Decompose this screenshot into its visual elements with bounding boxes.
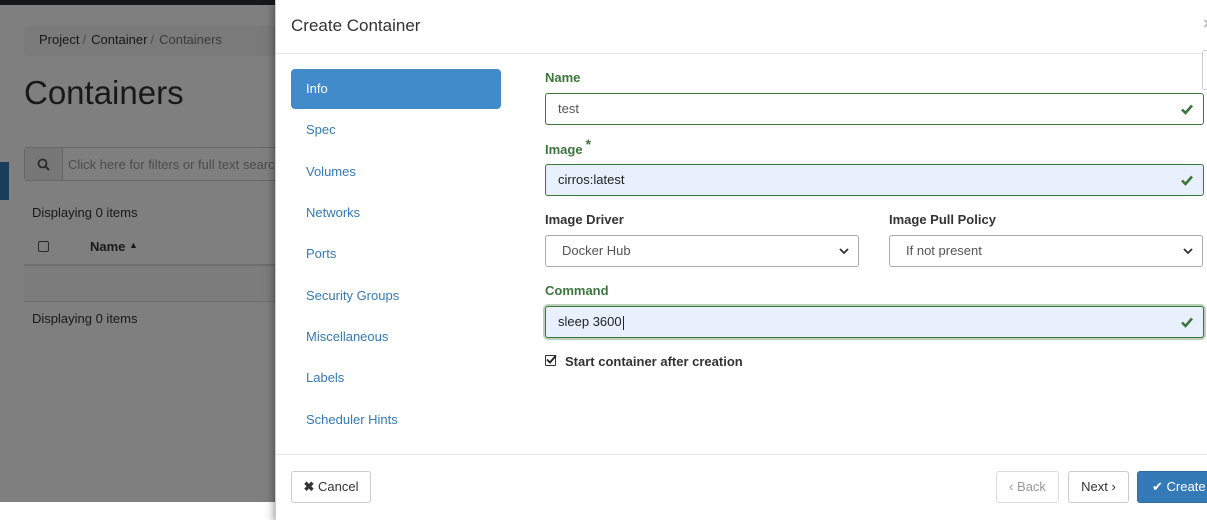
- nav-item-ports[interactable]: Ports: [291, 234, 501, 274]
- checkmark-icon: [546, 354, 557, 364]
- create-button[interactable]: ✔ Create: [1137, 471, 1207, 503]
- close-icon[interactable]: ×: [1203, 14, 1207, 34]
- chevron-down-icon: [1183, 248, 1193, 255]
- help-toggle-button[interactable]: [1202, 50, 1207, 90]
- image-driver-value: Docker Hub: [562, 243, 631, 258]
- modal-title: Create Container: [291, 16, 421, 35]
- chevron-right-icon: ›: [1111, 479, 1116, 494]
- back-button[interactable]: ‹ Back: [996, 471, 1059, 503]
- valid-check-icon: [1181, 317, 1193, 328]
- start-after-creation-checkbox[interactable]: [545, 354, 557, 366]
- command-input-value: sleep 3600: [558, 314, 622, 329]
- name-input-value: test: [558, 101, 579, 116]
- name-label: Name: [545, 70, 581, 85]
- nav-item-security-groups[interactable]: Security Groups: [291, 276, 501, 316]
- chevron-left-icon: ‹: [1009, 479, 1014, 494]
- required-marker: *: [585, 136, 592, 152]
- nav-item-info[interactable]: Info: [291, 69, 501, 109]
- valid-check-icon: [1181, 175, 1193, 186]
- command-input[interactable]: sleep 3600: [545, 306, 1204, 338]
- modal-footer: ✖ Cancel ‹ Back Next › ✔ Create: [276, 454, 1207, 520]
- wizard-nav: Info Spec Volumes Networks Ports Securit…: [291, 69, 501, 441]
- nav-item-labels[interactable]: Labels: [291, 358, 501, 398]
- name-input[interactable]: test: [545, 93, 1204, 125]
- close-icon: ✖: [303, 479, 315, 494]
- nav-item-miscellaneous[interactable]: Miscellaneous: [291, 317, 501, 357]
- image-driver-select[interactable]: Docker Hub: [545, 235, 859, 267]
- image-input-value: cirros:latest: [558, 172, 625, 187]
- create-container-modal: Create Container × Info Spec Volumes Net…: [275, 0, 1207, 520]
- valid-check-icon: [1181, 104, 1193, 115]
- nav-item-volumes[interactable]: Volumes: [291, 152, 501, 192]
- chevron-down-icon: [839, 248, 849, 255]
- nav-item-spec[interactable]: Spec: [291, 110, 501, 150]
- command-label: Command: [545, 283, 609, 298]
- image-input[interactable]: cirros:latest: [545, 164, 1204, 196]
- nav-item-networks[interactable]: Networks: [291, 193, 501, 233]
- nav-item-scheduler-hints[interactable]: Scheduler Hints: [291, 400, 501, 440]
- image-pull-policy-label: Image Pull Policy: [889, 212, 996, 227]
- check-icon: ✔: [1152, 479, 1163, 494]
- next-button[interactable]: Next ›: [1068, 471, 1129, 503]
- image-pull-policy-value: If not present: [906, 243, 982, 258]
- start-after-creation-label: Start container after creation: [565, 354, 743, 369]
- start-after-creation-row[interactable]: Start container after creation: [545, 354, 743, 369]
- image-pull-policy-select[interactable]: If not present: [889, 235, 1203, 267]
- image-driver-label: Image Driver: [545, 212, 624, 227]
- cancel-button[interactable]: ✖ Cancel: [291, 471, 371, 503]
- text-cursor: [622, 315, 624, 330]
- modal-header: Create Container ×: [276, 0, 1207, 54]
- image-label: Image *: [545, 136, 592, 157]
